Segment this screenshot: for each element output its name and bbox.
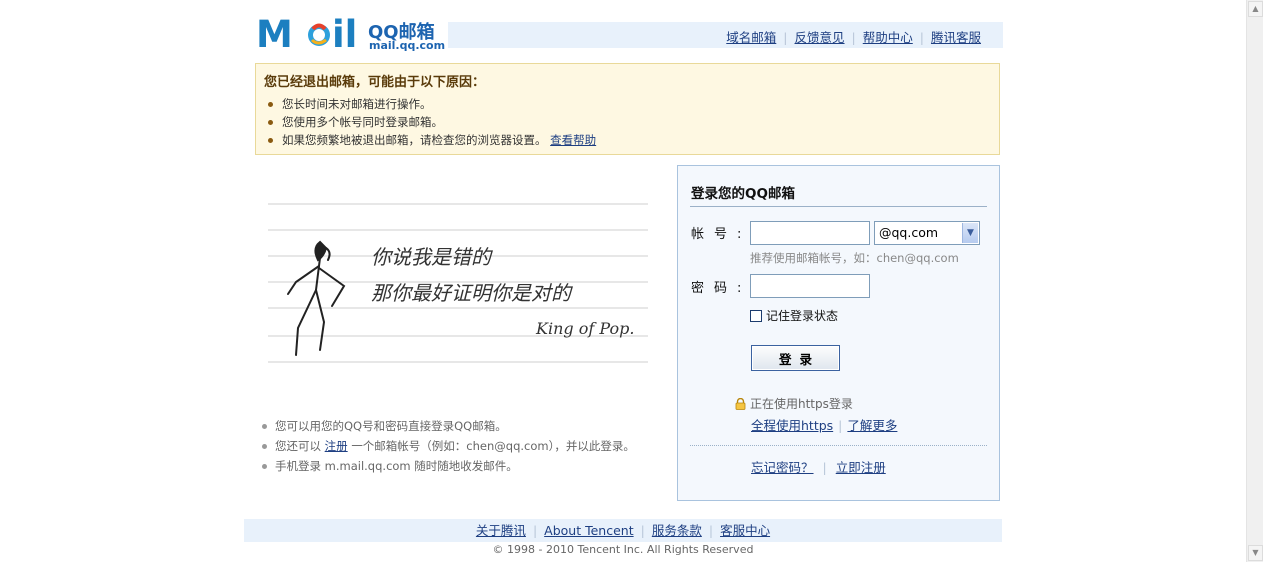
- quote-line-2: 那你最好证明你是对的: [371, 281, 573, 305]
- footer-about-tencent-en[interactable]: About Tencent: [544, 523, 633, 538]
- tip-item: 您还可以 注册 一个邮箱帐号（例如：chen@qq.com），并以此登录。: [262, 436, 635, 456]
- footer-support[interactable]: 客服中心: [720, 523, 770, 538]
- quote-line-1: 你说我是错的: [371, 245, 493, 269]
- account-help-links: 忘记密码？ | 立即注册: [751, 457, 886, 476]
- footer-terms[interactable]: 服务条款: [652, 523, 702, 538]
- remember-login-option[interactable]: 记住登录状态: [750, 307, 838, 324]
- remember-label: 记住登录状态: [766, 309, 839, 323]
- footer-links: 关于腾讯 | About Tencent | 服务条款 | 客服中心: [244, 519, 1002, 542]
- footer-about-tencent-cn[interactable]: 关于腾讯: [476, 523, 526, 538]
- qq-mail-logo[interactable]: M il QQ邮箱 mail.qq.com: [256, 14, 446, 56]
- password-input[interactable]: [750, 274, 870, 298]
- tip-text: 您可以用您的QQ号和密码直接登录QQ邮箱。: [275, 419, 507, 433]
- chevron-down-icon[interactable]: ▼: [962, 223, 978, 243]
- account-label: 帐号:: [691, 227, 752, 242]
- link-separator: |: [838, 418, 843, 433]
- nav-domain-mail[interactable]: 域名邮箱: [726, 30, 776, 45]
- notice-title: 您已经退出邮箱，可能由于以下原因：: [264, 75, 486, 90]
- https-links: 全程使用https | 了解更多: [751, 415, 897, 434]
- notice-reasons: 您长时间未对邮箱进行操作。 您使用多个帐号同时登录邮箱。 如果您频繁地被退出邮箱…: [266, 95, 596, 149]
- link-separator: |: [822, 460, 827, 475]
- account-hint: 推荐使用邮箱帐号，如：chen@qq.com: [750, 251, 959, 265]
- tip-text: 一个邮箱帐号（例如：chen@qq.com），并以此登录。: [351, 439, 635, 453]
- lock-icon: [735, 397, 746, 410]
- notebook-drawing: 你说我是错的 那你最好证明你是对的 King of Pop.: [268, 203, 648, 363]
- handwriting-illustration: 你说我是错的 那你最好证明你是对的 King of Pop.: [266, 190, 651, 375]
- notice-item-text: 您使用多个帐号同时登录邮箱。: [282, 115, 443, 129]
- scroll-down-arrow-icon[interactable]: ▼: [1248, 545, 1263, 561]
- footer-separator: |: [640, 523, 645, 538]
- remember-checkbox[interactable]: [750, 309, 762, 322]
- login-title: 登录您的QQ邮箱: [691, 186, 795, 202]
- nav-tencent-service[interactable]: 腾讯客服: [931, 30, 981, 45]
- login-button[interactable]: 登录: [751, 345, 840, 371]
- notice-item: 如果您频繁地被退出邮箱，请检查您的浏览器设置。 查看帮助: [266, 131, 596, 149]
- login-divider-dotted: [690, 445, 987, 446]
- nav-help-center[interactable]: 帮助中心: [863, 30, 913, 45]
- password-label: 密码:: [691, 281, 752, 296]
- learn-more-link[interactable]: 了解更多: [847, 418, 897, 433]
- footer-separator: |: [708, 523, 714, 538]
- tip-text: 您还可以: [275, 439, 321, 453]
- logo-url-text: mail.qq.com: [369, 39, 446, 52]
- login-panel: 登录您的QQ邮箱 帐号: @qq.com ▼ 推荐使用邮箱帐号，如：chen@q…: [677, 165, 1000, 501]
- full-https-link[interactable]: 全程使用https: [751, 418, 833, 433]
- https-status: 正在使用https登录: [735, 395, 853, 412]
- notice-item: 您使用多个帐号同时登录邮箱。: [266, 113, 596, 131]
- tip-item: 您可以用您的QQ号和密码直接登录QQ邮箱。: [262, 416, 635, 436]
- notice-item: 您长时间未对邮箱进行操作。: [266, 95, 596, 113]
- tip-item: 手机登录 m.mail.qq.com 随时随地收发邮件。: [262, 456, 635, 476]
- footer-separator: |: [532, 523, 538, 538]
- svg-text:il: il: [332, 14, 357, 54]
- register-link[interactable]: 注册: [325, 439, 348, 453]
- nav-separator: |: [783, 30, 788, 45]
- login-divider: [690, 206, 987, 207]
- nav-separator: |: [919, 30, 924, 45]
- https-status-text: 正在使用https登录: [750, 397, 853, 411]
- nav-separator: |: [851, 30, 856, 45]
- domain-select[interactable]: @qq.com ▼: [874, 221, 980, 245]
- top-nav: 域名邮箱 | 反馈意见 | 帮助中心 | 腾讯客服: [726, 27, 981, 46]
- account-input[interactable]: [750, 221, 870, 245]
- nav-feedback[interactable]: 反馈意见: [795, 30, 845, 45]
- tip-text: 手机登录 m.mail.qq.com 随时随地收发邮件。: [275, 459, 518, 473]
- stick-figure: [287, 240, 346, 356]
- notice-item-text: 您长时间未对邮箱进行操作。: [282, 97, 432, 111]
- notice-item-text: 如果您频繁地被退出邮箱，请检查您的浏览器设置。: [282, 133, 547, 147]
- domain-selected-value: @qq.com: [879, 225, 939, 240]
- mail-logo-graphic: M il: [256, 14, 357, 54]
- copyright: © 1998 - 2010 Tencent Inc. All Rights Re…: [492, 543, 754, 556]
- register-now-link[interactable]: 立即注册: [836, 460, 886, 475]
- forgot-password-link[interactable]: 忘记密码？: [751, 460, 814, 475]
- top-nav-bar: 域名邮箱 | 反馈意见 | 帮助中心 | 腾讯客服: [448, 22, 1003, 48]
- vertical-scrollbar[interactable]: ▲ ▼: [1246, 0, 1263, 562]
- scroll-up-arrow-icon[interactable]: ▲: [1248, 1, 1263, 17]
- svg-text:M: M: [256, 14, 293, 54]
- view-help-link[interactable]: 查看帮助: [550, 133, 596, 147]
- logout-notice: 您已经退出邮箱，可能由于以下原因： 您长时间未对邮箱进行操作。 您使用多个帐号同…: [255, 63, 1000, 155]
- login-tips: 您可以用您的QQ号和密码直接登录QQ邮箱。 您还可以 注册 一个邮箱帐号（例如：…: [262, 416, 635, 476]
- quote-signature: King of Pop.: [535, 319, 634, 338]
